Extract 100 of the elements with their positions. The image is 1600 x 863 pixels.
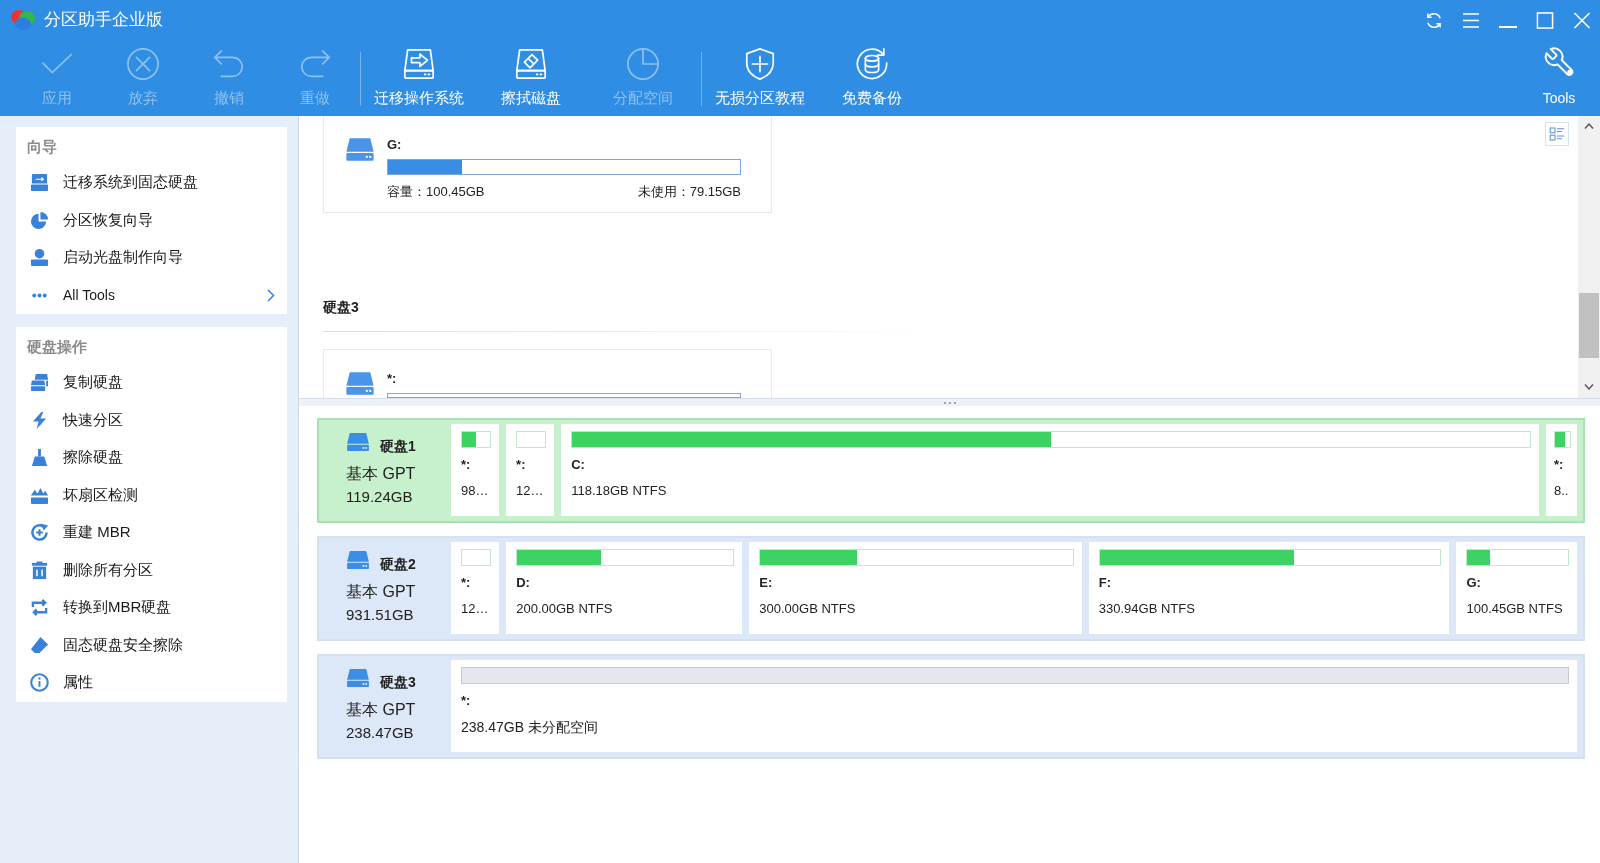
eraser-icon: [30, 635, 49, 655]
circle-x-icon: [126, 47, 160, 81]
partition-info: 98…: [461, 483, 489, 499]
drive-icon: [30, 173, 49, 193]
sidebar-item[interactable]: 属性: [16, 664, 287, 702]
disk-heading: 硬盘3: [323, 299, 359, 315]
sidebar-item[interactable]: 重建 MBR: [16, 514, 287, 552]
info-icon: [30, 673, 49, 693]
section-heading: 硬盘操作: [27, 337, 87, 357]
sidebar-item[interactable]: 转换到MBR硬盘: [16, 589, 287, 627]
partition-info: 8..: [1553, 483, 1569, 499]
drive-letter: F:: [1098, 575, 1112, 591]
partition-card[interactable]: G: 容量：100.45GB 未使用：79.15GB: [323, 116, 772, 213]
drive-icon: [346, 550, 370, 570]
disk-type: 基本 GPT: [346, 464, 416, 484]
disk-size: 238.47GB: [346, 723, 414, 743]
disc-drive-icon: [30, 248, 49, 268]
dots-icon: [32, 292, 47, 298]
trash-icon: [30, 560, 49, 580]
disk-size: 119.24GB: [346, 487, 413, 507]
drive-letter: C:: [571, 457, 585, 473]
section-heading: 向导: [27, 137, 57, 157]
disk-name: 硬盘3: [380, 674, 416, 690]
refresh-plus-icon: [30, 523, 49, 543]
partition-info: 100.45GB NTFS: [1466, 601, 1563, 617]
sidebar-item[interactable]: 迁移系统到固态硬盘: [16, 164, 287, 202]
drive-icon: [346, 432, 370, 452]
scroll-down-icon[interactable]: [1584, 384, 1594, 390]
partition-info: 12…: [461, 601, 489, 617]
disk-type: 基本 GPT: [346, 700, 416, 720]
shield-plus-icon: [743, 47, 777, 81]
sidebar-item[interactable]: 复制硬盘: [16, 364, 287, 402]
view-toggle-button[interactable]: [1545, 122, 1569, 146]
minimize-icon: [1498, 26, 1517, 28]
scrollbar-thumb[interactable]: [1579, 293, 1599, 358]
disk-type: 基本 GPT: [346, 582, 416, 602]
broom-icon: [30, 448, 49, 468]
partition-block[interactable]: *: 238.47GB 未分配空间: [451, 660, 1577, 752]
maximize-icon: [1535, 11, 1554, 29]
drives-icon: [30, 373, 49, 393]
refresh-icon: [1424, 11, 1443, 29]
partition-info: 118.18GB NTFS: [571, 483, 667, 499]
partition-info: 300.00GB NTFS: [759, 601, 856, 617]
partition-block[interactable]: D: 200.00GB NTFS: [506, 542, 743, 634]
swap-arrows-icon: [30, 598, 49, 618]
drive-letter: E:: [759, 575, 773, 591]
window-title: 分区助手企业版: [44, 9, 163, 31]
scrollbar[interactable]: [1578, 116, 1600, 398]
wrench-icon: [1543, 47, 1575, 79]
partition-block[interactable]: *: 98…: [451, 424, 500, 516]
scroll-up-icon[interactable]: [1584, 123, 1594, 129]
disk-row[interactable]: 硬盘2 基本 GPT 931.51GB *: 12… D: 200.00GB NTFS E: 300.00GB NTFS F: 330.94GB NTFS G: 100.45GB NTFS: [317, 536, 1585, 641]
partition-info: 200.00GB NTFS: [516, 601, 613, 617]
sidebar-item[interactable]: 擦除硬盘: [16, 439, 287, 477]
partition-info: 12…: [516, 483, 544, 499]
partition-block[interactable]: G: 100.45GB NTFS: [1456, 542, 1577, 634]
usage-bar: [516, 431, 547, 448]
drive-letter: *:: [461, 575, 471, 591]
app-logo-icon: [10, 9, 36, 31]
sidebar-item[interactable]: 坏扇区检测: [16, 476, 287, 514]
pie-chart-icon: [626, 47, 660, 81]
drive-wave-icon: [30, 485, 49, 505]
drive-eraser-icon: [514, 47, 548, 81]
usage-bar: [461, 549, 492, 566]
drive-icon: [345, 137, 375, 162]
pie-chart-icon: [30, 210, 49, 230]
sidebar-item[interactable]: 固态硬盘安全擦除: [16, 626, 287, 664]
drive-letter: *:: [461, 693, 471, 709]
sidebar-item[interactable]: 启动光盘制作向导: [16, 239, 287, 277]
disk-row[interactable]: 硬盘3 基本 GPT 238.47GB *: 238.47GB 未分配空间: [317, 654, 1585, 759]
disk-name: 硬盘2: [380, 556, 416, 572]
close-icon: [1572, 11, 1591, 29]
drive-letter: *:: [1553, 457, 1564, 473]
partition-block[interactable]: *: 12…: [451, 542, 500, 634]
drive-letter: *:: [387, 371, 397, 387]
drive-arrow-icon: [402, 47, 436, 81]
sidebar-item[interactable]: 删除所有分区: [16, 551, 287, 589]
menu-icon: [1461, 11, 1480, 29]
partition-block[interactable]: *: 12…: [506, 424, 555, 516]
capacity-text: 容量：100.45GB: [387, 185, 485, 199]
drive-letter: D:: [516, 575, 530, 591]
chevron-right-icon: [267, 288, 275, 302]
grip-icon[interactable]: [943, 401, 956, 404]
partition-info: 330.94GB NTFS: [1098, 601, 1195, 617]
sidebar-item[interactable]: 快速分区: [16, 401, 287, 439]
partition-info: 238.47GB 未分配空间: [461, 719, 598, 735]
sidebar-item[interactable]: 分区恢复向导: [16, 201, 287, 239]
disk-size: 931.51GB: [346, 605, 414, 625]
drive-letter: *:: [516, 457, 526, 473]
database-refresh-icon: [855, 47, 889, 81]
partition-block[interactable]: F: 330.94GB NTFS: [1088, 542, 1450, 634]
partition-block[interactable]: C: 118.18GB NTFS: [561, 424, 1539, 516]
partition-block[interactable]: *: 8..: [1545, 424, 1577, 516]
disk-row[interactable]: 硬盘1 基本 GPT 119.24GB *: 98… *: 12… C: 118.18GB NTFS *: 8..: [317, 418, 1585, 523]
partition-block[interactable]: E: 300.00GB NTFS: [749, 542, 1082, 634]
list-view-icon: [1549, 126, 1565, 142]
drive-letter: *:: [461, 457, 471, 473]
drive-icon: [346, 668, 370, 688]
sidebar-item[interactable]: All Tools: [16, 276, 287, 314]
drive-letter: G:: [387, 137, 402, 153]
